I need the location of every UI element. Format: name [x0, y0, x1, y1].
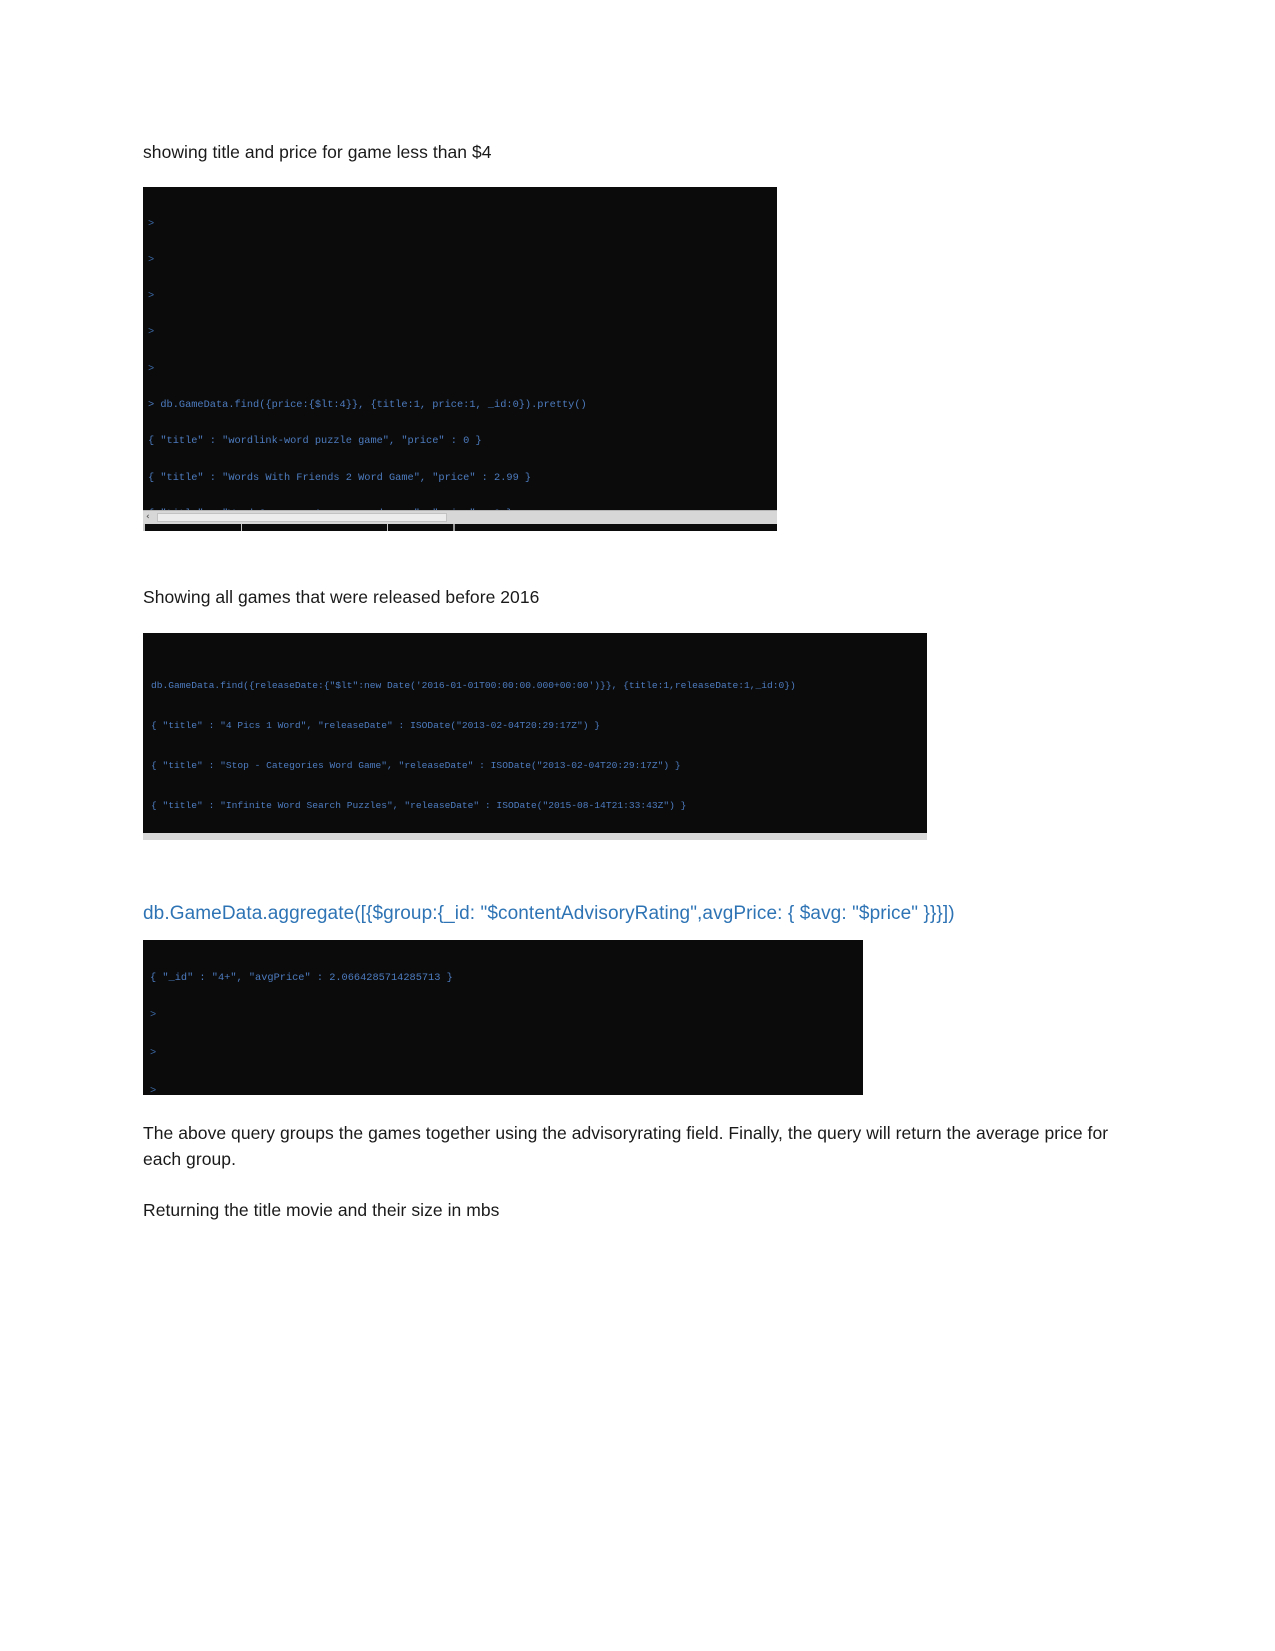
terminal-prompt-line: >	[148, 326, 155, 339]
next-step-caption: Returning the title movie and their size…	[143, 1200, 500, 1221]
scrollbar-thumb[interactable]	[157, 513, 447, 523]
terminal-prompt-line: >	[150, 1009, 157, 1022]
aggregate-query-heading: db.GameData.aggregate([{$group:{_id: "$c…	[143, 902, 955, 924]
terminal-prompt-line: >	[150, 1047, 157, 1060]
mongo-shell-release-date-query-output[interactable]: db.GameData.find({releaseDate:{"$lt":new…	[143, 632, 927, 833]
terminal-line: { "title" : "wordlink-word puzzle game",…	[148, 435, 482, 448]
mongo-shell-price-query-output[interactable]: > > > > > > db.GameData.find({price:{$lt…	[143, 187, 777, 511]
terminal-line: > db.GameData.find({price:{$lt:4}}, {tit…	[148, 398, 587, 411]
terminal-prompt-line: >	[148, 290, 155, 303]
window-taskbar-strip	[143, 524, 777, 532]
terminal-prompt-line: >	[148, 217, 155, 230]
terminal-block-3: { "_id" : "4+", "avgPrice" : 2.066428571…	[143, 940, 1133, 1096]
explanation-paragraph: The above query groups the games togethe…	[143, 1123, 1109, 1169]
terminal-prompt-line: >	[148, 253, 155, 266]
mongo-shell-aggregate-query-output[interactable]: { "_id" : "4+", "avgPrice" : 2.066428571…	[143, 940, 863, 1096]
terminal-block-1: > > > > > > db.GameData.find({price:{$lt…	[143, 187, 1133, 532]
terminal-prompt-line: >	[150, 1084, 157, 1096]
terminal-line: { "title" : "Words With Friends 2 Word G…	[148, 471, 532, 484]
terminal-bottom-edge	[143, 832, 927, 840]
terminal-line: { "_id" : "4+", "avgPrice" : 2.066428571…	[150, 971, 453, 984]
caption-price-query: showing title and price for game less th…	[143, 142, 492, 162]
terminal-block-2: db.GameData.find({releaseDate:{"$lt":new…	[143, 632, 1133, 840]
scroll-left-arrow-icon[interactable]: ‹	[146, 512, 150, 523]
terminal-line: { "title" : "Stop - Categories Word Game…	[151, 760, 681, 772]
caption-release-date-query: Showing all games that were released bef…	[143, 587, 540, 608]
terminal-line: db.GameData.find({releaseDate:{"$lt":new…	[151, 680, 796, 692]
terminal-line: { "title" : "4 Pics 1 Word", "releaseDat…	[151, 720, 601, 732]
terminal-prompt-line: >	[148, 362, 155, 375]
document-page: showing title and price for game less th…	[0, 0, 1275, 1651]
document-content: showing title and price for game less th…	[143, 140, 1133, 1224]
terminal-line: { "title" : "Infinite Word Search Puzzle…	[151, 800, 687, 812]
horizontal-scrollbar[interactable]: ‹	[143, 510, 777, 525]
